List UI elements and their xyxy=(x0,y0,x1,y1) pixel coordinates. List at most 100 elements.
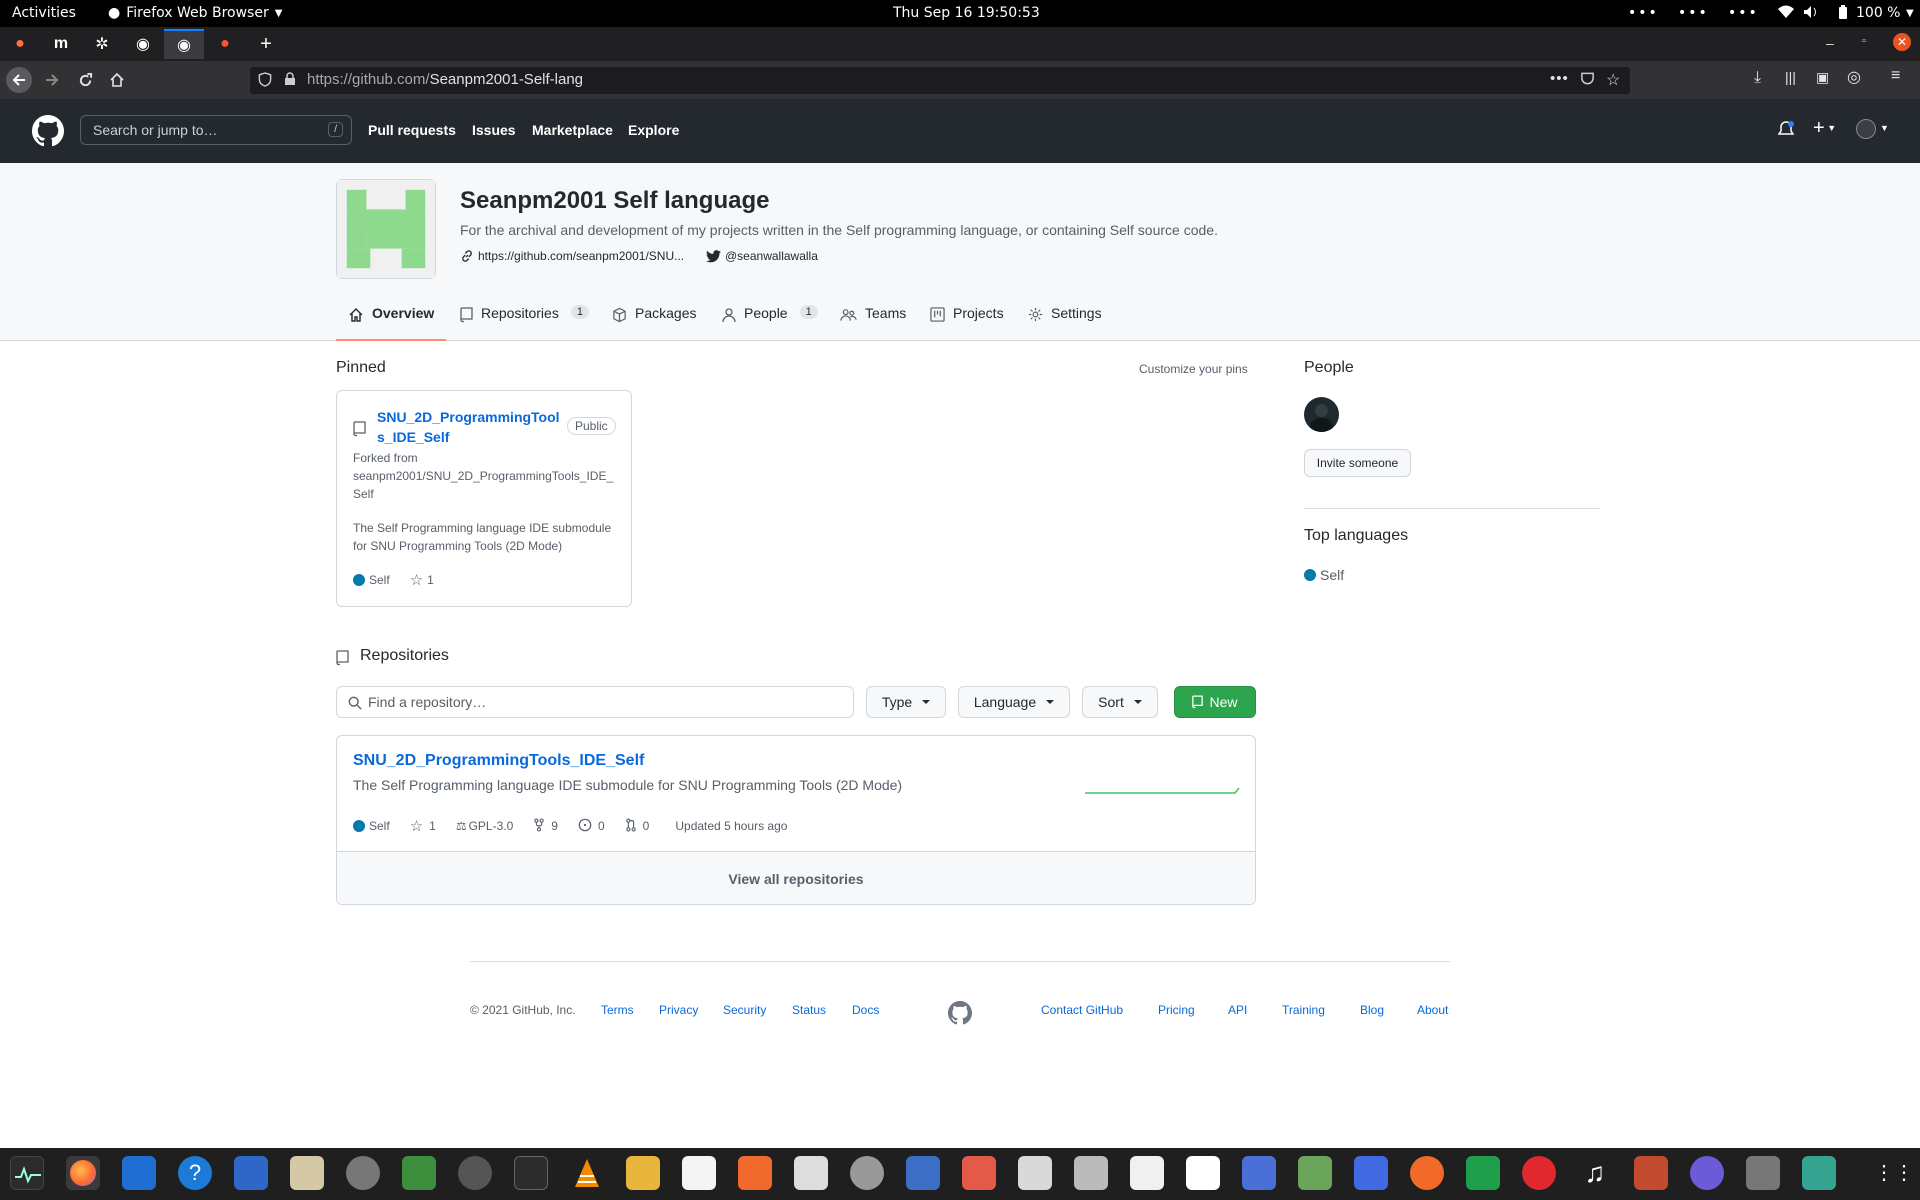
new-repository-button[interactable]: New xyxy=(1174,686,1256,718)
activities-button[interactable]: Activities xyxy=(12,5,76,21)
tab-settings[interactable]: Settings xyxy=(1028,305,1102,341)
github-footer-logo-icon[interactable] xyxy=(948,1001,972,1030)
footer-link-status[interactable]: Status xyxy=(792,1003,826,1017)
character-map-icon[interactable] xyxy=(1130,1156,1164,1190)
sidebar-icon[interactable]: ▣ xyxy=(1816,69,1829,86)
volume-icon[interactable] xyxy=(1803,5,1819,23)
disk-icon[interactable] xyxy=(850,1156,884,1190)
footer-link-about[interactable]: About xyxy=(1417,1003,1448,1017)
language-filter-button[interactable]: Language xyxy=(958,686,1070,718)
downloads-icon[interactable]: ⤓ xyxy=(1754,69,1761,87)
system-monitor-icon[interactable] xyxy=(10,1156,44,1190)
star-icon[interactable]: ☆ xyxy=(410,571,423,589)
view-all-repositories-link[interactable]: View all repositories xyxy=(337,851,1255,904)
calendar-28-icon[interactable] xyxy=(1802,1156,1836,1190)
game-icon[interactable] xyxy=(1634,1156,1668,1190)
tab-people[interactable]: People 1 xyxy=(722,305,818,341)
forward-button[interactable] xyxy=(40,68,64,92)
nav-issues[interactable]: Issues xyxy=(472,122,516,138)
tab-overview[interactable]: Overview xyxy=(336,305,447,341)
org-twitter-link[interactable]: @seanwallawalla xyxy=(706,249,818,263)
lock-icon[interactable] xyxy=(284,72,296,90)
home-button[interactable] xyxy=(105,68,129,92)
tab-github-active[interactable]: ◉ xyxy=(164,29,204,59)
software-icon[interactable] xyxy=(458,1156,492,1190)
star-icon[interactable]: ☆ xyxy=(410,817,423,835)
account-icon[interactable]: ◎ xyxy=(1847,67,1861,87)
overflow-icon-1[interactable]: ••• xyxy=(1628,5,1659,21)
battery-percent[interactable]: 100 % xyxy=(1856,5,1900,21)
archive-icon[interactable] xyxy=(1074,1156,1108,1190)
forked-from-link[interactable]: seanpm2001/SNU_2D_ProgrammingTools_IDE_ xyxy=(353,467,613,485)
tab-medium[interactable]: m xyxy=(41,29,81,59)
system-menu-chevron-icon[interactable]: ▼ xyxy=(1906,8,1914,19)
nav-marketplace[interactable]: Marketplace xyxy=(532,122,613,138)
chart-app-icon[interactable] xyxy=(682,1156,716,1190)
github-logo-icon[interactable] xyxy=(32,115,64,152)
footer-link-api[interactable]: API xyxy=(1228,1003,1247,1017)
nav-explore[interactable]: Explore xyxy=(628,122,679,138)
tool-icon[interactable] xyxy=(1746,1156,1780,1190)
music-icon[interactable]: ♫ xyxy=(1578,1156,1612,1190)
close-window-button[interactable]: ✕ xyxy=(1893,33,1911,51)
document-viewer-icon[interactable] xyxy=(1018,1156,1052,1190)
library-icon[interactable]: ||| xyxy=(1785,69,1796,85)
terminal-icon[interactable] xyxy=(514,1156,548,1190)
pocket-icon[interactable] xyxy=(1580,72,1595,90)
spreadsheet-icon[interactable] xyxy=(1466,1156,1500,1190)
repo-forks-count[interactable]: 9 xyxy=(551,819,558,833)
clock[interactable]: Thu Sep 16 19:50:53 xyxy=(893,5,1040,21)
writer-icon[interactable] xyxy=(122,1156,156,1190)
calendar-icon[interactable] xyxy=(962,1156,996,1190)
page-actions-icon[interactable]: ••• xyxy=(1550,70,1569,87)
tab-settings[interactable]: ✲ xyxy=(82,29,122,59)
org-website-link[interactable]: https://github.com/seanpm2001/SNU... xyxy=(460,249,684,263)
user-avatar[interactable] xyxy=(1856,119,1876,139)
tab-teams[interactable]: Teams xyxy=(840,305,906,341)
shield-icon[interactable] xyxy=(258,72,272,91)
footer-link-terms[interactable]: Terms xyxy=(601,1003,634,1017)
reload-button[interactable] xyxy=(73,68,97,92)
tab-packages[interactable]: Packages xyxy=(612,305,696,341)
font-viewer-icon[interactable] xyxy=(1186,1156,1220,1190)
find-repository-input[interactable]: Find a repository… xyxy=(336,686,854,718)
tab-github-1[interactable]: ◉ xyxy=(123,29,163,59)
footer-link-docs[interactable]: Docs xyxy=(852,1003,879,1017)
show-applications-icon[interactable]: ⋮⋮⋮ xyxy=(1874,1156,1920,1190)
tab-brave[interactable]: ● xyxy=(205,29,245,59)
vlc-icon[interactable] xyxy=(570,1156,604,1190)
sort-filter-button[interactable]: Sort xyxy=(1082,686,1158,718)
footer-link-security[interactable]: Security xyxy=(723,1003,766,1017)
pinned-stars-count[interactable]: 1 xyxy=(427,573,434,587)
minimize-button[interactable]: – xyxy=(1826,35,1834,51)
footer-link-blog[interactable]: Blog xyxy=(1360,1003,1384,1017)
footer-link-training[interactable]: Training xyxy=(1282,1003,1325,1017)
invite-someone-button[interactable]: Invite someone xyxy=(1304,449,1411,477)
app-store-icon[interactable] xyxy=(738,1156,772,1190)
tab-repositories[interactable]: Repositories 1 xyxy=(460,305,589,341)
type-filter-button[interactable]: Type xyxy=(866,686,946,718)
hamburger-menu-icon[interactable]: ≡ xyxy=(1891,67,1900,85)
avatar-chevron-down-icon[interactable]: ▼ xyxy=(1880,123,1889,133)
settings-dock-icon[interactable] xyxy=(346,1156,380,1190)
pinned-repo-link[interactable]: SNU_2D_ProgrammingTool s_IDE_Self xyxy=(377,407,560,447)
top-language-self[interactable]: Self xyxy=(1304,567,1344,583)
battery-icon[interactable] xyxy=(1838,5,1848,24)
wifi-icon[interactable] xyxy=(1778,5,1794,23)
new-tab-button[interactable]: + xyxy=(246,29,286,59)
ubuntu-update-icon[interactable] xyxy=(1410,1156,1444,1190)
bookmark-star-icon[interactable]: ☆ xyxy=(1606,70,1620,90)
app-menu[interactable]: ● Firefox Web Browser ▼ xyxy=(108,5,282,21)
image-viewer-icon[interactable] xyxy=(794,1156,828,1190)
repo-stars-count[interactable]: 1 xyxy=(429,819,436,833)
books-icon[interactable] xyxy=(906,1156,940,1190)
repository-name-link[interactable]: SNU_2D_ProgrammingTools_IDE_Self xyxy=(353,752,644,770)
repo-pulls-count[interactable]: 0 xyxy=(643,819,650,833)
back-button[interactable] xyxy=(6,67,32,93)
overflow-icon-3[interactable]: ••• xyxy=(1728,5,1759,21)
nav-pull-requests[interactable]: Pull requests xyxy=(368,122,456,138)
firefox-dock-icon[interactable] xyxy=(66,1156,100,1190)
files-icon[interactable] xyxy=(290,1156,324,1190)
footer-link-privacy[interactable]: Privacy xyxy=(659,1003,698,1017)
vim-icon[interactable] xyxy=(1298,1156,1332,1190)
